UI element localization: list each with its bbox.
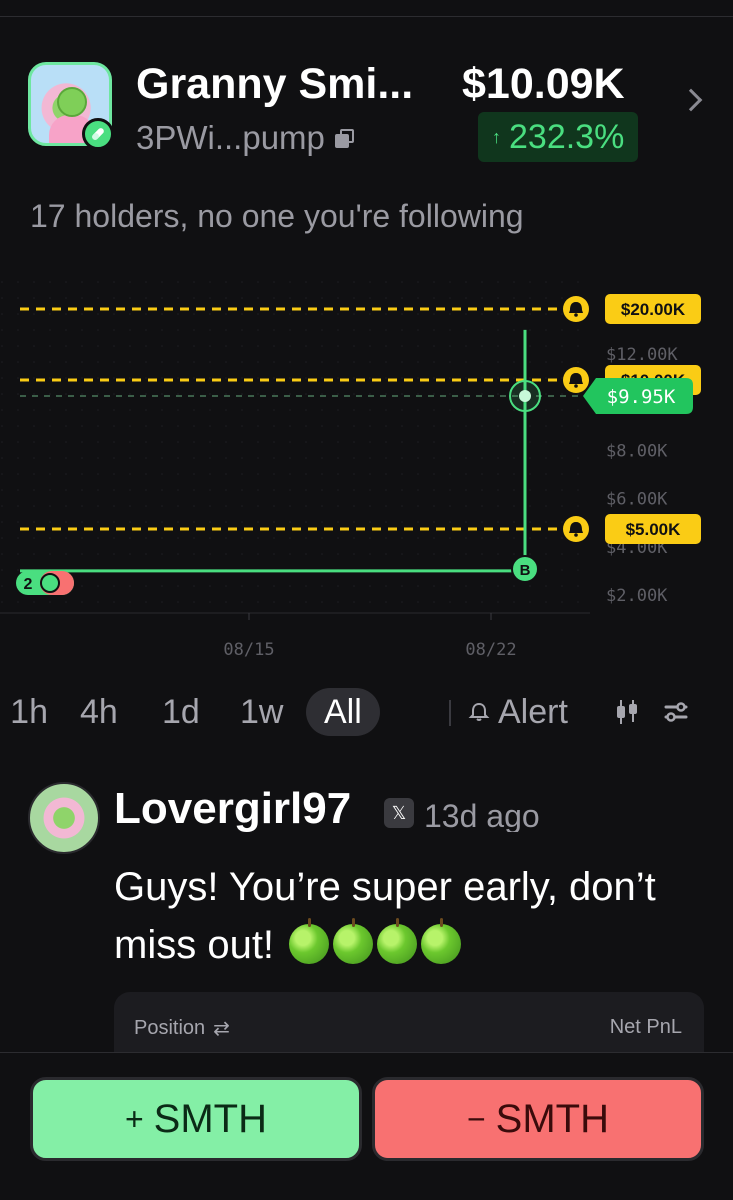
y-tick-label: $2.00K (606, 586, 668, 606)
chart-grid (0, 280, 590, 612)
svg-text:$9.95K: $9.95K (607, 386, 676, 408)
token-price: $10.09K (462, 60, 625, 108)
green-apple-icon (421, 918, 462, 964)
svg-text:$20.00K: $20.00K (621, 300, 686, 319)
price-chart[interactable]: $2.00K$4.00K$6.00K$8.00K$10.00K$12.00K 0… (0, 280, 733, 680)
svg-text:B: B (520, 562, 531, 579)
buy-button[interactable]: + SMTH (30, 1077, 362, 1161)
current-price-point (509, 380, 541, 412)
plus-icon: + (124, 1100, 144, 1137)
alert-button[interactable]: Alert (468, 688, 568, 736)
green-apple-icon (289, 918, 330, 964)
price-change-value: 232.3% (509, 117, 625, 156)
swap-icon[interactable]: ⇄ (213, 1016, 230, 1041)
token-address-text: 3PWi...pump (136, 119, 325, 156)
alert-bell-icon[interactable] (563, 516, 589, 542)
post-username[interactable]: Lovergirl97 (114, 784, 351, 834)
timeframe-1h[interactable]: 1h (0, 688, 48, 736)
timeframe-4h[interactable]: 4h (80, 688, 118, 736)
timeframe-selector: 1h 4h 1d 1w All Alert (0, 688, 733, 738)
minus-icon: − (466, 1100, 486, 1137)
chevron-right-icon[interactable] (679, 88, 703, 112)
alert-bell-icon[interactable] (563, 296, 589, 322)
x-logo-icon: 𝕏 (384, 798, 414, 828)
x-tick-label: 08/15 (223, 640, 274, 660)
green-apple-icon (377, 918, 418, 964)
action-bar: + SMTH − SMTH (0, 1052, 733, 1200)
holders-summary: 17 holders, no one you're following (30, 198, 524, 234)
divider (449, 700, 451, 726)
candlestick-icon[interactable] (614, 698, 640, 726)
position-label: Position (134, 1017, 206, 1039)
y-tick-label: $12.00K (606, 345, 678, 365)
post-timestamp: 13d ago (424, 798, 540, 832)
timeframe-1d[interactable]: 1d (162, 688, 200, 736)
green-apple-icon (333, 918, 374, 964)
net-pnl-label: Net PnL (609, 1016, 682, 1038)
alert-price-label[interactable]: $5.00K (605, 514, 701, 544)
sell-button[interactable]: − SMTH (372, 1077, 704, 1161)
alert-price-label[interactable]: $20.00K (605, 294, 701, 324)
y-tick-label: $8.00K (606, 441, 668, 461)
price-change-badge: ↑ 232.3% (478, 112, 639, 162)
token-header[interactable]: Granny Smi... 3PWi...pump $10.09K ↑ 232.… (28, 60, 708, 172)
timeframe-1w[interactable]: 1w (240, 688, 283, 736)
alert-label: Alert (498, 692, 568, 731)
y-tick-label: $6.00K (606, 490, 668, 510)
alert-bell-icon[interactable] (563, 367, 589, 393)
timeframe-all[interactable]: All (306, 688, 380, 736)
bell-icon (468, 702, 490, 721)
buy-label: SMTH (153, 1096, 267, 1141)
current-price-label: $9.95K (583, 378, 693, 414)
buy-marker[interactable]: B (511, 555, 539, 583)
settings-sliders-icon[interactable] (662, 698, 690, 726)
svg-text:2: 2 (24, 576, 33, 593)
holders-badge[interactable]: 2 (16, 571, 74, 595)
token-name: Granny Smi... (136, 60, 414, 108)
avatar-face (57, 87, 87, 117)
up-arrow-icon: ↑ (492, 126, 501, 147)
post-body: Guys! You’re super early, don’t miss out… (114, 858, 714, 974)
sell-label: SMTH (495, 1096, 609, 1141)
copy-icon[interactable] (334, 129, 354, 148)
position-label-group: Position ⇄ (134, 1016, 230, 1041)
svg-text:$5.00K: $5.00K (626, 520, 682, 539)
top-divider (0, 16, 733, 17)
post-avatar[interactable] (28, 782, 100, 854)
token-address[interactable]: 3PWi...pump (136, 119, 354, 157)
emoji-row (285, 918, 462, 967)
pill-icon (82, 118, 114, 150)
x-tick-label: 08/22 (465, 640, 516, 660)
